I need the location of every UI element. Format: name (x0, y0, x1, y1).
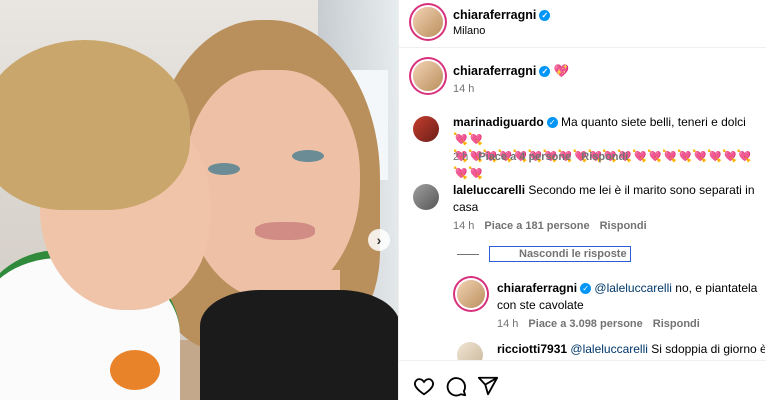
hide-replies-button[interactable]: Nascondi le risposte (457, 246, 631, 262)
divider (457, 253, 479, 255)
comment-meta: 14 h Piace a 181 persone Rispondi (453, 220, 647, 232)
reply-button[interactable]: Rispondi (581, 151, 628, 163)
comment-text: laleluccarelli Secondo me lei è il marit… (453, 183, 755, 214)
post-photo[interactable]: › (0, 0, 398, 400)
comment-meta: 2 h Piace a 4 persone Rispondi (453, 151, 629, 163)
photo-woman-lips (255, 222, 315, 240)
photo-woman-eye (292, 150, 324, 162)
reply-text: chiaraferragni ✓ @laleluccarelli no, e pi… (497, 281, 758, 312)
heart-icon[interactable] (413, 375, 435, 397)
caption-text: 💖 (553, 64, 570, 78)
avatar[interactable] (457, 280, 485, 308)
post-header: chiaraferragni ✓ Milano (399, 0, 766, 48)
post-location[interactable]: Milano (453, 25, 485, 37)
post-author[interactable]: chiaraferragni ✓ (453, 8, 551, 22)
likes-button[interactable]: Piace a 4 persone (478, 151, 571, 163)
verified-icon: ✓ (580, 283, 592, 294)
action-bar (399, 360, 766, 400)
mention-link[interactable]: @laleluccarelli (594, 281, 672, 295)
share-icon[interactable] (477, 375, 499, 397)
photo-woman-eye (208, 163, 240, 175)
photo-boy-hair (0, 40, 190, 210)
reply-text: ricciotti7931 @laleluccarelli Si sdoppia… (497, 342, 765, 356)
avatar[interactable] (413, 7, 443, 37)
post-sidebar: chiaraferragni ✓ Milano chiaraferragni ✓ 💖… (398, 0, 766, 400)
next-arrow-icon[interactable]: › (368, 229, 390, 251)
reply-author[interactable]: chiaraferragni (497, 281, 577, 295)
verified-icon: ✓ (539, 66, 551, 77)
verified-icon: ✓ (546, 117, 558, 128)
comment-author[interactable]: marinadiguardo (453, 115, 544, 129)
reply-button[interactable]: Rispondi (600, 220, 647, 232)
comment-text: marinadiguardo ✓ Ma quanto siete belli, t… (453, 115, 752, 180)
avatar[interactable] (413, 184, 439, 210)
comment-author[interactable]: laleluccarelli (453, 183, 525, 197)
likes-button[interactable]: Piace a 3.098 persone (528, 318, 642, 330)
comment-icon[interactable] (445, 375, 467, 397)
reply-author[interactable]: ricciotti7931 (497, 342, 567, 356)
caption-time: 14 h (453, 83, 475, 95)
verified-icon: ✓ (539, 10, 551, 21)
avatar[interactable] (413, 116, 439, 142)
reply-button[interactable]: Rispondi (653, 318, 700, 330)
photo-shirt-logo (110, 350, 160, 390)
caption-author[interactable]: chiaraferragni ✓ 💖 (453, 64, 569, 79)
mention-link[interactable]: @laleluccarelli (570, 342, 648, 356)
photo-woman-top (200, 290, 398, 400)
reply-meta: 14 h Piace a 3.098 persone Rispondi (497, 318, 700, 330)
photo-woman-face (185, 70, 360, 300)
likes-button[interactable]: Piace a 181 persone (484, 220, 589, 232)
avatar[interactable] (413, 61, 443, 91)
